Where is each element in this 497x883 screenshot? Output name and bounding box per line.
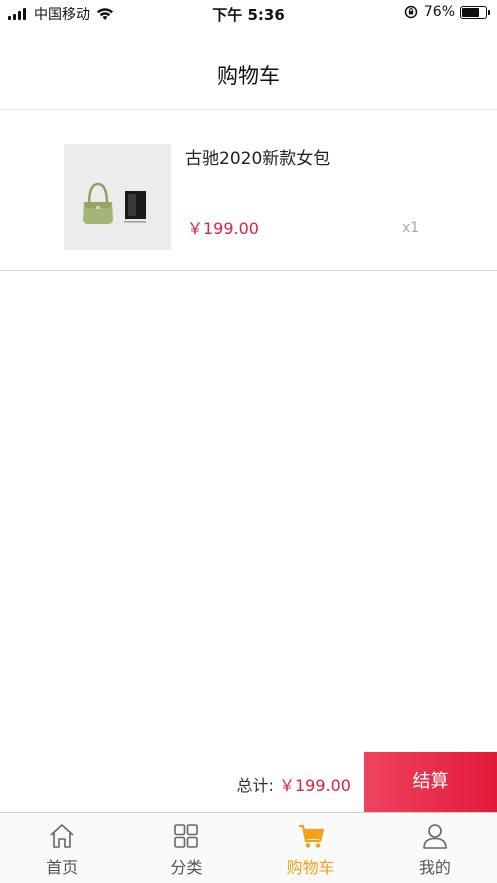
user-icon (423, 824, 447, 849)
grid-icon (174, 824, 199, 848)
total-label: 总计: (236, 776, 274, 795)
product-image[interactable] (64, 144, 171, 250)
cart-icon (298, 824, 324, 848)
tab-profile-label: 我的 (418, 858, 451, 877)
tab-cart[interactable]: 购物车 (249, 813, 373, 883)
tab-category[interactable]: 分类 (124, 813, 248, 883)
product-name[interactable]: 古驰2020新款女包 (185, 144, 330, 169)
nav-bar: 购物车 (0, 26, 497, 110)
page-title: 购物车 (217, 64, 280, 88)
product-price: ￥199.00 (187, 219, 259, 238)
tab-bar: 首页 分类 购物车 我的 (0, 812, 497, 883)
status-right: 76% (404, 4, 490, 20)
tab-cart-label: 购物车 (286, 858, 335, 877)
checkout-button[interactable]: 结算 (364, 752, 497, 812)
tab-home-label: 首页 (46, 858, 79, 877)
battery-percent: 76% (423, 4, 455, 20)
checkout-bar: 总计: ￥199.00 结算 (0, 752, 497, 812)
total-summary: 总计: ￥199.00 (237, 772, 352, 796)
home-icon (50, 824, 74, 848)
total-value: ￥199.00 (279, 776, 351, 795)
tab-category-label: 分类 (170, 858, 203, 877)
cart-item[interactable]: 古驰2020新款女包 ￥199.00 x1 (0, 110, 497, 271)
rotation-lock-icon (404, 5, 418, 19)
product-quantity: x1 (402, 220, 420, 236)
tab-home[interactable]: 首页 (0, 813, 124, 883)
status-bar: 中国移动 下午 5:36 76% (0, 0, 497, 26)
battery-icon (460, 5, 490, 19)
tab-profile[interactable]: 我的 (373, 813, 497, 883)
